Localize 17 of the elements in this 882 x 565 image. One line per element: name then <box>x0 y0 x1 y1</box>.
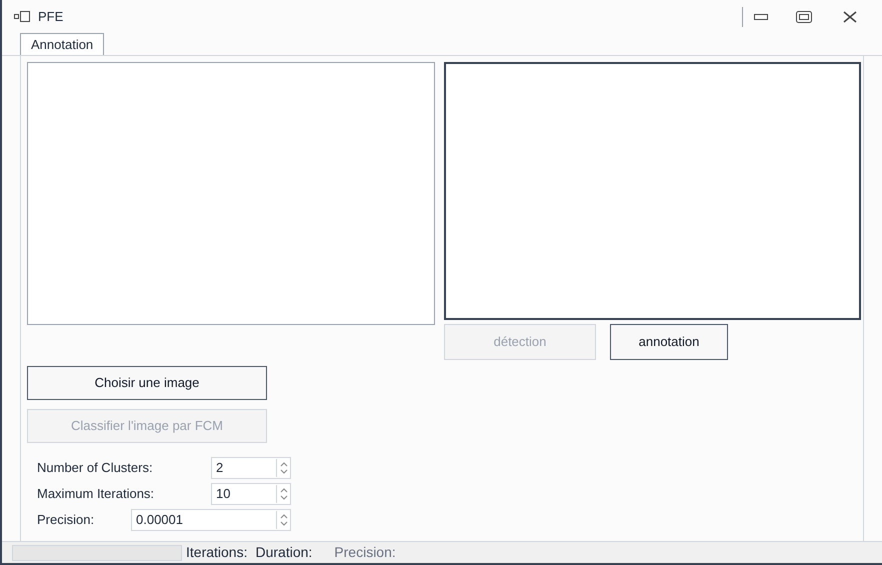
number-spinner[interactable]: 0.00001 <box>131 509 291 531</box>
status-label: Duration: <box>255 543 312 562</box>
tab[interactable]: Annotation <box>20 33 104 55</box>
field-label: Maximum Iterations: <box>37 485 156 504</box>
field-label: Precision: <box>37 511 96 530</box>
maximize-icon <box>796 11 812 23</box>
status-label: Precision: <box>334 543 396 562</box>
app-icon <box>14 11 30 23</box>
minimize-icon <box>754 14 768 20</box>
choose-image-button[interactable]: Choisir une image <box>27 366 267 400</box>
field-label: Number of Clusters: <box>37 459 154 478</box>
status-label: Iterations: <box>186 543 248 562</box>
number-spinner[interactable]: 2 <box>211 457 291 479</box>
number-spinner[interactable]: 10 <box>211 483 291 505</box>
annotation-button[interactable]: annotation <box>610 324 728 360</box>
close-icon <box>843 11 857 23</box>
window-title: PFE <box>38 8 64 26</box>
